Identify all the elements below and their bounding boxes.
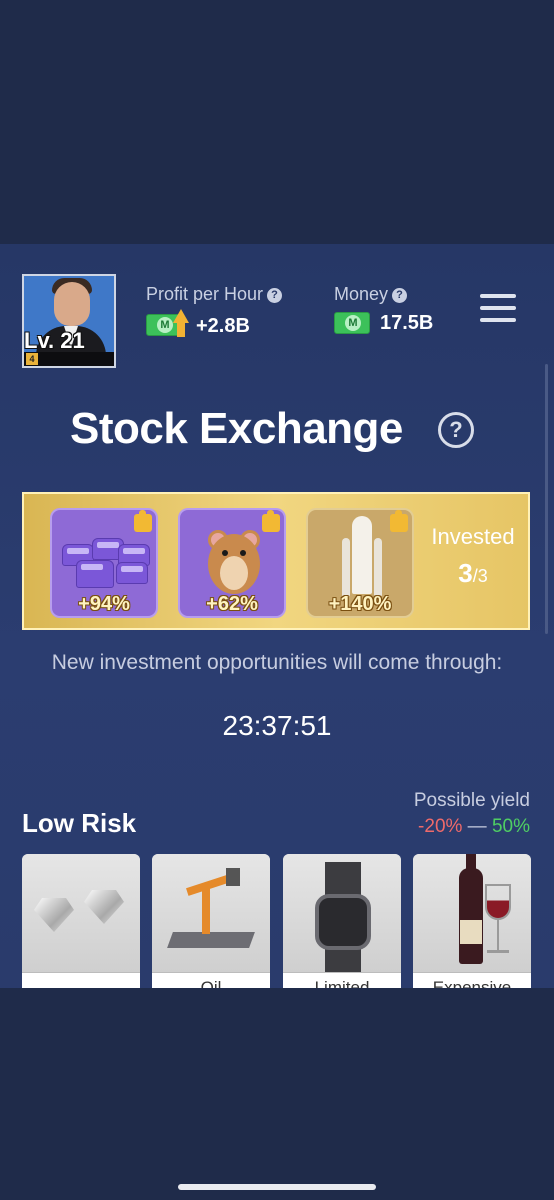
low-risk-title: Low Risk <box>22 808 137 838</box>
cash-icon: M <box>334 312 370 334</box>
status-bar-area <box>0 0 554 244</box>
hamburger-icon <box>480 294 516 298</box>
thumbs-up-icon <box>390 510 408 532</box>
investment-yield: +140% <box>328 593 392 615</box>
investment-yield: +94% <box>78 593 130 615</box>
next-opportunities-notice: New investment opportunities will come t… <box>51 651 503 674</box>
investment-card-hamster[interactable]: +62% <box>178 508 286 618</box>
investment-card-shuttle[interactable]: +140% <box>306 508 414 618</box>
possible-yield-range: -20% — 50% <box>418 816 530 837</box>
thumbs-up-icon <box>134 510 152 532</box>
money-label: Money? <box>334 284 408 305</box>
profit-per-hour-label: Profit per Hour? <box>146 284 283 305</box>
asset-card-oil[interactable]: Oil <box>152 854 270 988</box>
asset-name: Limited <box>314 978 370 988</box>
player-avatar[interactable]: Lv. 21 4 <box>22 274 116 368</box>
wine-icon <box>459 868 483 964</box>
app-screen: Lv. 21 4 Profit per Hour? M +2.8B Money?… <box>0 244 554 988</box>
investments-panel: +94% +62% +140% Invested 3/3 <box>22 492 530 630</box>
page-title: Stock Exchange <box>70 404 403 453</box>
profit-per-hour-value: +2.8B <box>196 315 250 337</box>
invested-count: 3/3 <box>458 558 488 588</box>
money-help-icon[interactable]: ? <box>392 288 408 303</box>
level-label: Lv. 21 <box>24 328 85 353</box>
possible-yield-label: Possible yield <box>413 790 530 811</box>
invested-label: Invested <box>431 524 515 549</box>
countdown-timer: 23:37:51 <box>222 710 332 741</box>
money-value: 17.5B <box>380 312 434 334</box>
thumbs-up-icon <box>262 510 280 532</box>
profit-help-icon[interactable]: ? <box>267 288 283 303</box>
help-icon[interactable]: ? <box>438 412 474 448</box>
asset-name: Oil <box>200 978 222 988</box>
cash-up-icon: M <box>146 309 189 337</box>
asset-card-watch[interactable]: Limited <box>283 854 401 988</box>
scrollbar[interactable] <box>545 364 548 634</box>
level-badge: 4 <box>26 353 38 365</box>
asset-card-diamonds[interactable] <box>22 854 140 988</box>
menu-button[interactable] <box>480 294 516 322</box>
watch-icon <box>315 894 371 950</box>
asset-name: Expensive <box>432 978 512 988</box>
investment-card-vans[interactable]: +94% <box>50 508 158 618</box>
space-shuttle-icon <box>352 516 372 594</box>
investment-yield: +62% <box>206 593 258 615</box>
oil-pump-icon <box>202 884 210 934</box>
asset-card-wine[interactable]: Expensive <box>413 854 531 988</box>
home-indicator[interactable] <box>178 1184 376 1190</box>
bottom-area <box>0 988 554 1200</box>
